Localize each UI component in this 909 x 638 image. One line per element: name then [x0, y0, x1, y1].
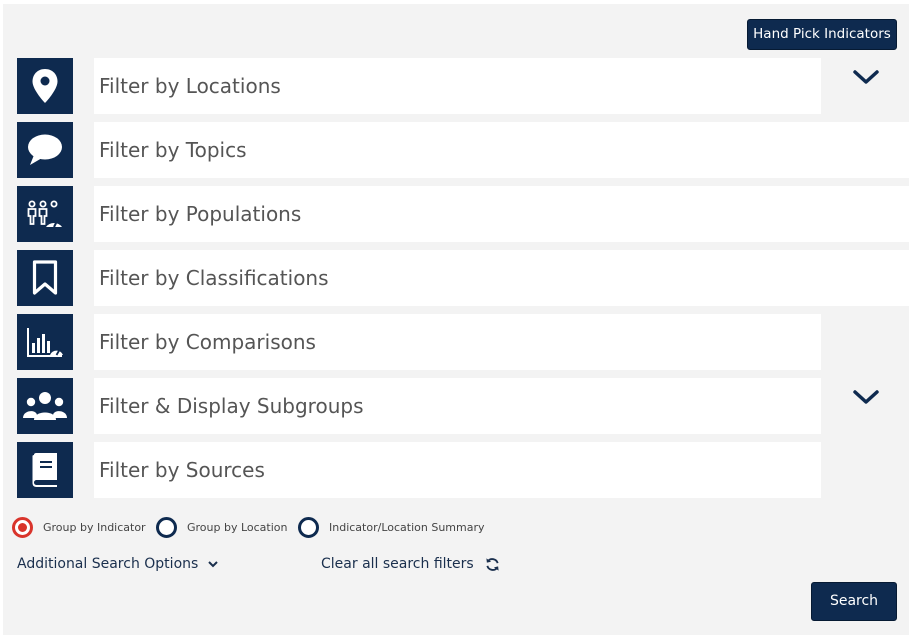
chevron-down-icon[interactable]	[851, 66, 881, 90]
filter-sources-field[interactable]: Filter by Sources	[94, 442, 821, 498]
radio-label: Group by Indicator	[43, 520, 146, 534]
group-users-icon	[17, 378, 73, 434]
hand-pick-indicators-button[interactable]: Hand Pick Indicators	[747, 19, 897, 50]
filter-subgroups-field[interactable]: Filter & Display Subgroups	[94, 378, 821, 434]
chevron-down-icon	[208, 560, 219, 568]
book-icon	[17, 442, 73, 498]
filter-comparisons-field[interactable]: Filter by Comparisons	[94, 314, 821, 370]
refresh-icon	[485, 557, 500, 572]
filter-topics-field[interactable]: Filter by Topics	[94, 122, 909, 178]
additional-search-options-label: Additional Search Options	[17, 556, 199, 572]
clear-all-filters-link[interactable]: Clear all search filters	[321, 556, 500, 572]
population-icon	[17, 186, 73, 242]
chevron-down-icon[interactable]	[851, 386, 881, 410]
filter-classifications-field[interactable]: Filter by Classifications	[94, 250, 909, 306]
search-button[interactable]: Search	[811, 582, 897, 621]
filter-populations-field[interactable]: Filter by Populations	[94, 186, 909, 242]
radio-group-by-location[interactable]: Group by Location	[156, 515, 288, 539]
radio-label: Indicator/Location Summary	[329, 520, 485, 534]
additional-search-options-link[interactable]: Additional Search Options	[17, 556, 219, 572]
location-pin-icon	[17, 58, 73, 114]
comparison-chart-icon	[17, 314, 73, 370]
radio-indicator-location-summary[interactable]: Indicator/Location Summary	[298, 515, 485, 539]
radio-group-by-indicator[interactable]: Group by Indicator	[12, 515, 146, 539]
radio-label: Group by Location	[187, 520, 288, 534]
filter-locations-field[interactable]: Filter by Locations	[94, 58, 821, 114]
speech-bubble-icon	[17, 122, 73, 178]
radio-button[interactable]	[156, 516, 177, 538]
radio-button-selected[interactable]	[12, 516, 33, 538]
bookmark-icon	[17, 250, 73, 306]
clear-all-filters-label: Clear all search filters	[321, 556, 474, 572]
radio-button[interactable]	[298, 516, 319, 538]
